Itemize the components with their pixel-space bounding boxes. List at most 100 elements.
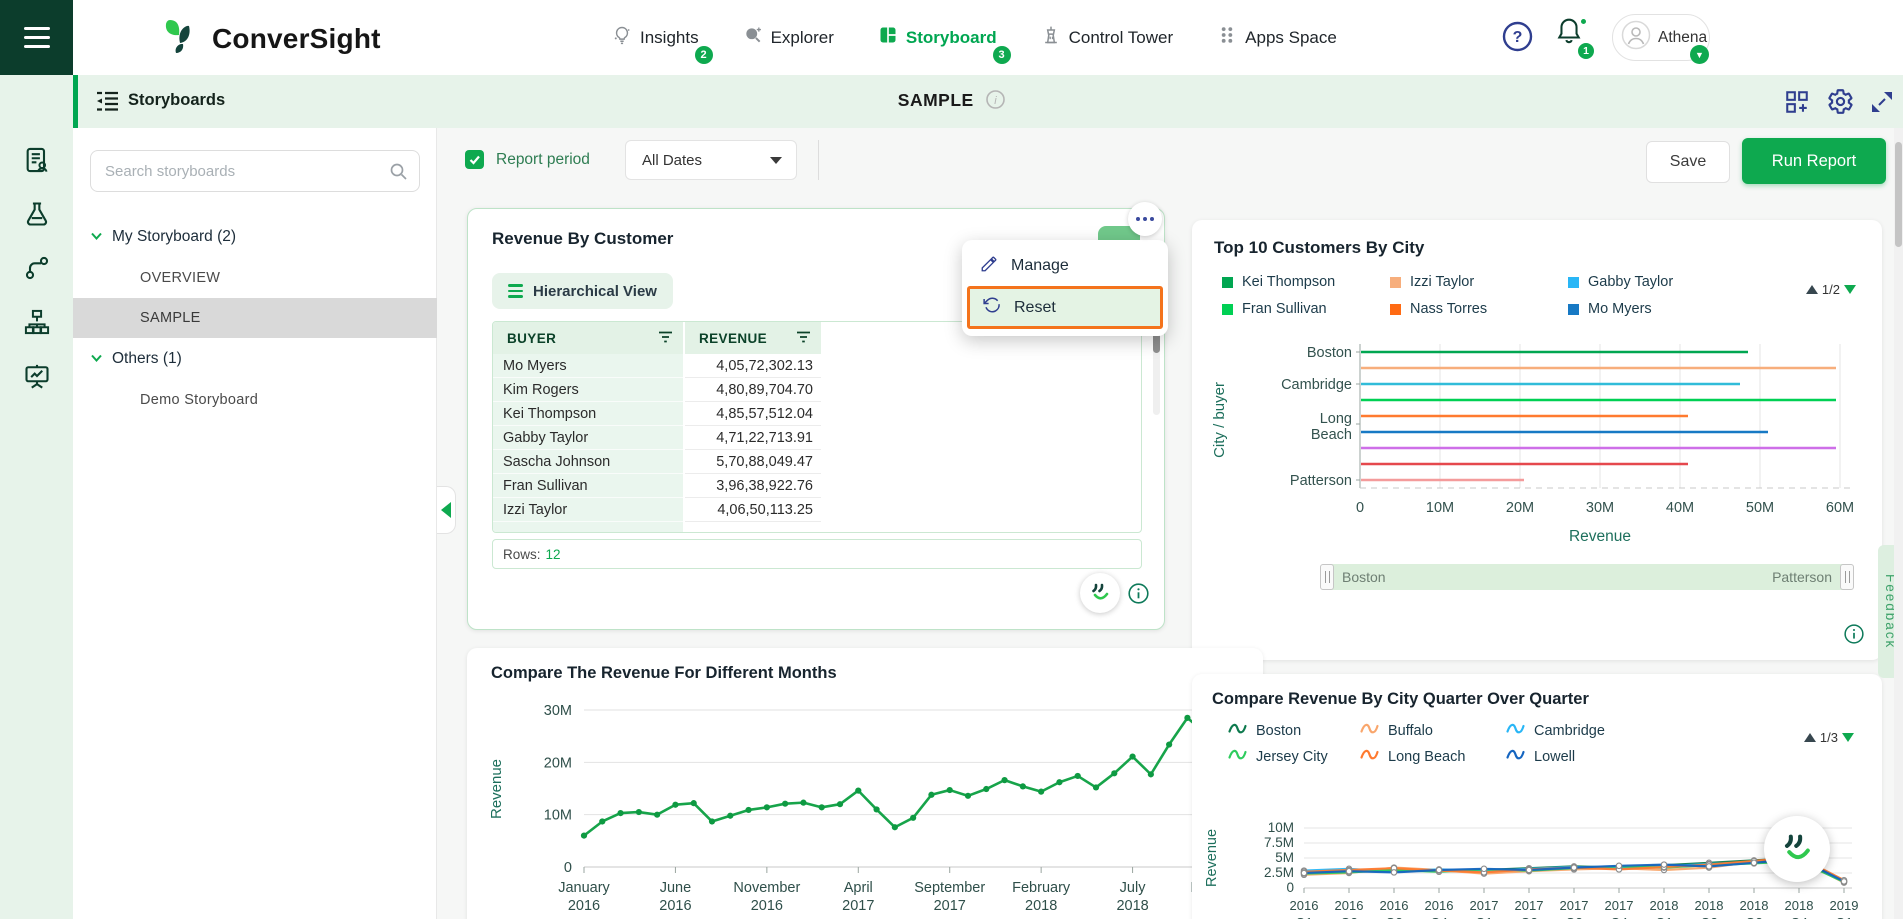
sidebar-item-sample[interactable]: SAMPLE	[73, 298, 437, 338]
user-name: Athena	[1658, 29, 1707, 47]
nav-item-storyboard[interactable]: Storyboard3	[878, 25, 997, 50]
rows-count: 12	[546, 547, 561, 562]
svg-text:2016: 2016	[568, 898, 600, 914]
user-menu[interactable]: Athena ▼	[1612, 14, 1710, 61]
table-row[interactable]: Sascha Johnson5,70,88,049.47	[493, 450, 1141, 474]
svg-text:20M: 20M	[1506, 500, 1534, 516]
svg-text:Q3: Q3	[1385, 915, 1402, 919]
notifications-bell-button[interactable]: 1	[1556, 17, 1590, 57]
run-report-button[interactable]: Run Report	[1742, 138, 1886, 184]
nav-item-explorer[interactable]: Explorer	[743, 25, 834, 50]
page-scrollbar[interactable]	[1894, 128, 1903, 919]
date-filter-select[interactable]: All Dates	[625, 140, 797, 180]
page-title-wrap: SAMPLE i	[0, 90, 1903, 111]
filter-icon[interactable]	[796, 331, 811, 346]
legend-swatch	[1390, 277, 1401, 288]
expand-icon[interactable]	[1871, 91, 1893, 113]
slider-right-handle[interactable]	[1840, 564, 1854, 590]
table-row[interactable]: Izzi Taylor4,06,50,113.25	[493, 498, 1141, 522]
legend-label: Kei Thompson	[1242, 274, 1335, 290]
tree-group-others[interactable]: Others (1)	[73, 338, 437, 380]
table-row[interactable]: Kim Rogers4,80,89,704.70	[493, 378, 1141, 402]
category-range-slider[interactable]: Boston Patterson	[1320, 564, 1854, 590]
sidebar-item-demo-storyboard[interactable]: Demo Storyboard	[73, 380, 437, 420]
nav-item-insights[interactable]: Insights2	[612, 25, 699, 50]
assistant-mascot-button[interactable]	[1080, 573, 1120, 613]
menu-item-reset[interactable]: Reset	[967, 286, 1163, 329]
experiment-flask-icon[interactable]	[23, 200, 51, 228]
legend-item-nass-torres[interactable]: Nass Torres	[1390, 301, 1568, 317]
brand-logo[interactable]: ConverSight	[158, 14, 381, 63]
scrollbar-thumb[interactable]	[1895, 142, 1902, 247]
hamburger-menu-button[interactable]	[0, 0, 73, 75]
buyer-cell: Kei Thompson	[493, 402, 683, 426]
hierarchical-view-chip[interactable]: Hierarchical View	[492, 273, 673, 309]
legend-item-boston[interactable]: Boston	[1228, 722, 1360, 739]
pager-up-icon[interactable]	[1804, 733, 1816, 742]
svg-text:January: January	[558, 880, 610, 896]
report-document-icon[interactable]	[23, 146, 51, 174]
search-icon[interactable]	[390, 163, 407, 180]
column-header-buyer[interactable]: BUYER	[493, 322, 683, 354]
legend-item-lowell[interactable]: Lowell	[1506, 748, 1656, 765]
page-info-icon[interactable]: i	[986, 90, 1005, 109]
pager-up-icon[interactable]	[1806, 285, 1818, 294]
legend-item-long-beach[interactable]: Long Beach	[1360, 748, 1506, 765]
buyer-cell: Fran Sullivan	[493, 474, 683, 498]
revenue-cell: 3,96,38,922.76	[685, 474, 821, 498]
legend-item-buffalo[interactable]: Buffalo	[1360, 722, 1506, 739]
presentation-chart-icon[interactable]	[23, 362, 51, 390]
table-row[interactable]: Kei Thompson4,85,57,512.04	[493, 402, 1141, 426]
widget-menu-button[interactable]	[1128, 202, 1162, 236]
table-row[interactable]: Fran Sullivan3,96,38,922.76	[493, 474, 1141, 498]
table-body: Mo Myers4,05,72,302.13Kim Rogers4,80,89,…	[493, 354, 1141, 533]
chevron-down-icon	[90, 228, 103, 246]
svg-text:April: April	[844, 880, 873, 896]
revenue-cell: 4,80,89,704.70	[685, 378, 821, 402]
nav-item-control-tower[interactable]: Control Tower	[1041, 25, 1174, 50]
hierarchy-sitemap-icon[interactable]	[23, 308, 51, 336]
pager-down-icon[interactable]	[1842, 733, 1854, 742]
widget-info-icon[interactable]	[1128, 583, 1149, 604]
svg-text:2018: 2018	[1650, 898, 1679, 913]
pager-down-icon[interactable]	[1844, 285, 1856, 294]
legend-item-fran-sullivan[interactable]: Fran Sullivan	[1222, 301, 1390, 317]
legend-item-gabby-taylor[interactable]: Gabby Taylor	[1568, 274, 1728, 290]
legend-item-jersey-city[interactable]: Jersey City	[1228, 748, 1360, 765]
legend-item-izzi-taylor[interactable]: Izzi Taylor	[1390, 274, 1568, 290]
nav-item-apps-space[interactable]: Apps Space	[1217, 25, 1337, 50]
filter-icon[interactable]	[658, 331, 673, 346]
buyer-cell: Mo Myers	[493, 354, 683, 378]
sidebar-item-overview[interactable]: OVERVIEW	[73, 258, 437, 298]
sidebar-collapse-handle[interactable]	[437, 486, 456, 534]
widget-info-icon[interactable]	[1844, 624, 1864, 644]
legend-item-mo-myers[interactable]: Mo Myers	[1568, 301, 1728, 317]
monthly-revenue-card: Compare The Revenue For Different Months…	[467, 648, 1263, 919]
reset-icon	[983, 296, 1001, 319]
branch-pipeline-icon[interactable]	[23, 254, 51, 282]
save-button[interactable]: Save	[1646, 141, 1730, 183]
menu-item-manage[interactable]: Manage	[967, 246, 1163, 286]
search-input[interactable]	[91, 163, 390, 180]
tree-group-label: My Storyboard (2)	[112, 228, 236, 246]
settings-gear-icon[interactable]	[1827, 88, 1854, 115]
report-period-checkbox[interactable]	[465, 150, 484, 169]
table-row[interactable]: Gabby Taylor4,71,22,713.91	[493, 426, 1141, 450]
buyer-cell: Izzi Taylor	[493, 498, 683, 522]
assistant-mascot-button[interactable]	[1764, 816, 1830, 882]
add-widget-grid-icon[interactable]	[1784, 89, 1810, 115]
help-button[interactable]: ?	[1502, 21, 1533, 52]
column-header-revenue[interactable]: REVENUE	[685, 322, 821, 354]
legend-item-kei-thompson[interactable]: Kei Thompson	[1222, 274, 1390, 290]
legend-label: Lowell	[1534, 749, 1575, 765]
legend-label: Boston	[1256, 723, 1301, 739]
table-row[interactable]: Mo Myers4,05,72,302.13	[493, 354, 1141, 378]
top10-legend: Kei Thompson Izzi TaylorGabby Taylor Fran …	[1222, 274, 1728, 317]
table-row[interactable]	[493, 522, 1141, 533]
svg-text:February: February	[1012, 880, 1071, 896]
tree-group-my[interactable]: My Storyboard (2)	[73, 216, 437, 258]
slider-left-handle[interactable]	[1320, 564, 1334, 590]
legend-swatch	[1222, 277, 1233, 288]
svg-text:2016: 2016	[1425, 898, 1454, 913]
legend-item-cambridge[interactable]: Cambridge	[1506, 722, 1656, 739]
